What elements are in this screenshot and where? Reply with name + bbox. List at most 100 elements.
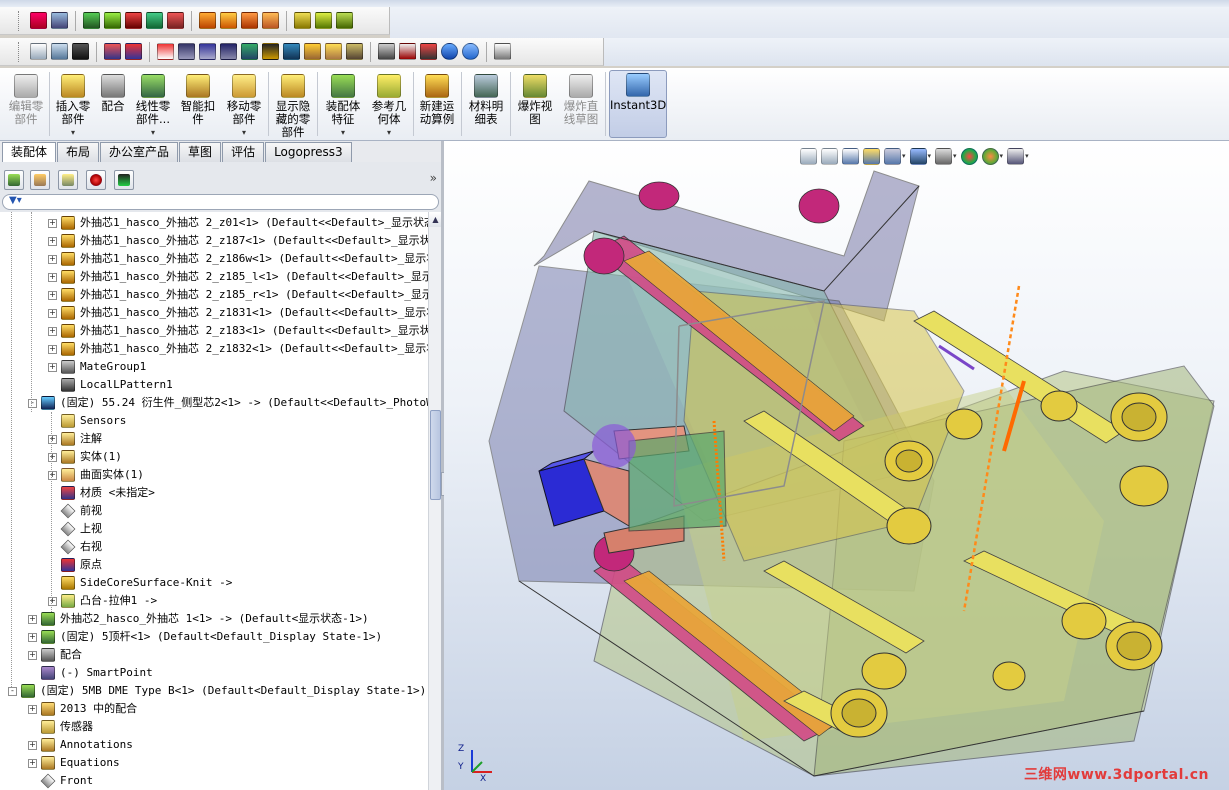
expand-icon[interactable]: + — [28, 651, 37, 660]
new-doc-icon[interactable] — [30, 43, 47, 60]
tree-row[interactable]: 上视 — [0, 520, 428, 538]
dropdown-arrow-icon[interactable]: ▾ — [321, 126, 365, 139]
expand-icon[interactable]: + — [28, 615, 37, 624]
feature-c-icon[interactable] — [241, 12, 258, 29]
rotate-view-icon[interactable] — [104, 12, 121, 29]
expand-icon[interactable]: + — [48, 597, 57, 606]
collapse-icon[interactable]: - — [28, 399, 37, 408]
tree-row[interactable]: + Equations — [0, 754, 428, 772]
list-tb-icon[interactable] — [199, 43, 216, 60]
tree-row[interactable]: + MateGroup1 — [0, 358, 428, 376]
mold-assembly-model[interactable] — [444, 141, 1229, 790]
tree-row[interactable]: + 注解 — [0, 430, 428, 448]
tree-row[interactable]: + 凸台-拉伸1 -> — [0, 592, 428, 610]
tree-row[interactable]: + 外抽芯1_hasco_外抽芯 2_z183<1> (Default<<Defa… — [0, 322, 428, 340]
expand-icon[interactable]: + — [48, 273, 57, 282]
zoom-fit-icon[interactable] — [83, 12, 100, 29]
display-manager-tab[interactable] — [114, 170, 134, 190]
bill-of-materials-button[interactable]: 材料明 细表 — [465, 72, 507, 126]
tree-row[interactable]: Front — [0, 772, 428, 790]
tree-row[interactable]: + 外抽芯1_hasco_外抽芯 2_z185_l<1> (Default<<De… — [0, 268, 428, 286]
tree-filter[interactable]: ▼▾ — [2, 194, 439, 210]
insert-components-button[interactable]: 插入零 部件 ▾ — [52, 72, 94, 139]
dropdown-arrow-icon[interactable]: ▾ — [222, 126, 266, 139]
feature-d-icon[interactable] — [262, 12, 279, 29]
dropdown-arrow-icon[interactable]: ▾ — [367, 126, 411, 139]
expand-icon[interactable]: + — [28, 705, 37, 714]
tree-row[interactable]: (-) SmartPoint — [0, 664, 428, 682]
mate-button[interactable]: 配合 — [97, 72, 129, 113]
reference-geometry-button[interactable]: 参考几 何体 ▾ — [367, 72, 411, 139]
expand-panel-icon[interactable]: » — [430, 171, 437, 185]
feature-manager-tab[interactable] — [4, 170, 24, 190]
move-component-button[interactable]: 移动零 部件 ▾ — [222, 72, 266, 139]
tree-row[interactable]: 原点 — [0, 556, 428, 574]
tab-layout[interactable]: 布局 — [57, 142, 100, 162]
scissors-icon[interactable] — [399, 43, 416, 60]
dropdown-arrow-icon[interactable]: ▾ — [132, 126, 174, 139]
tree-row[interactable]: + 曲面实体(1) — [0, 466, 428, 484]
grid-tb-icon[interactable] — [283, 43, 300, 60]
reference-tb-icon[interactable] — [325, 43, 342, 60]
section-view-icon[interactable] — [146, 12, 163, 29]
toolbar-grip-2[interactable] — [18, 41, 22, 62]
columns-tb-icon[interactable] — [220, 43, 237, 60]
property-manager-tab[interactable] — [30, 170, 50, 190]
move-icon[interactable] — [167, 12, 184, 29]
tab-sketch[interactable]: 草图 — [179, 142, 222, 162]
feature-b-icon[interactable] — [220, 12, 237, 29]
component-tb-icon[interactable] — [241, 43, 258, 60]
expand-icon[interactable]: + — [28, 633, 37, 642]
edit-component-button[interactable]: 编辑零 部件 — [6, 72, 46, 126]
show-hidden-components-button[interactable]: 显示隐 藏的零 部件 — [272, 72, 314, 139]
expand-icon[interactable]: + — [28, 741, 37, 750]
tree-scrollbar[interactable]: ▲ — [428, 212, 442, 790]
expand-icon[interactable]: + — [48, 327, 57, 336]
collapse-icon[interactable]: - — [8, 687, 17, 696]
expand-icon[interactable]: + — [48, 363, 57, 372]
options-icon[interactable] — [51, 12, 68, 29]
tree-row[interactable]: SideCoreSurface-Knit -> — [0, 574, 428, 592]
info-icon[interactable] — [462, 43, 479, 60]
feature-tb-icon[interactable] — [304, 43, 321, 60]
tree-row[interactable]: 前视 — [0, 502, 428, 520]
expand-icon[interactable]: + — [48, 309, 57, 318]
instant3d-button[interactable]: Instant3D — [609, 70, 667, 138]
tree-row[interactable]: +2013 中的配合 — [0, 700, 428, 718]
expand-icon[interactable]: + — [28, 759, 37, 768]
measure-icon[interactable] — [420, 43, 437, 60]
dropdown-arrow-icon[interactable]: ▾ — [52, 126, 94, 139]
insert-icon[interactable] — [125, 43, 142, 60]
rebuild-icon[interactable] — [30, 12, 47, 29]
explode-line-sketch-button[interactable]: 爆炸直 线草图 — [559, 72, 603, 126]
linear-pattern-button[interactable]: 线性零 部件... ▾ — [132, 72, 174, 139]
save-icon[interactable] — [72, 43, 89, 60]
pattern-tb-icon[interactable] — [178, 43, 195, 60]
tree-row[interactable]: + Annotations — [0, 736, 428, 754]
tab-evaluate[interactable]: 评估 — [222, 142, 265, 162]
assembly-c-icon[interactable] — [336, 12, 353, 29]
scrollbar-thumb[interactable] — [430, 410, 441, 500]
edit-component-icon[interactable] — [104, 43, 121, 60]
tree-row[interactable]: - (固定) 5MB DME Type B<1> (Default<Default… — [0, 682, 428, 700]
tab-assembly[interactable]: 装配体 — [2, 142, 57, 162]
tree-row[interactable]: + 配合 — [0, 646, 428, 664]
tab-office-products[interactable]: 办公室产品 — [100, 142, 179, 162]
toolbar-grip[interactable] — [18, 10, 22, 31]
tree-row[interactable]: + 外抽芯1_hasco_外抽芯 2_z1832<1> (Default<<Def… — [0, 340, 428, 358]
expand-icon[interactable]: + — [48, 435, 57, 444]
pan-icon[interactable] — [125, 12, 142, 29]
tree-row[interactable]: + 外抽芯1_hasco_外抽芯 2_z187<1> (Default<<Defa… — [0, 232, 428, 250]
display-tb-icon[interactable] — [262, 43, 279, 60]
graphics-viewport[interactable]: ▾ ▾ ▾ ▾ ▾ Z Y X 三维网www.3dportal.cn — [444, 141, 1229, 790]
tree-row[interactable]: 右视 — [0, 538, 428, 556]
camera-icon[interactable] — [378, 43, 395, 60]
bom-tb-icon[interactable] — [346, 43, 363, 60]
tab-logopress3[interactable]: Logopress3 — [265, 142, 352, 162]
new-motion-study-button[interactable]: 新建运 动算例 — [416, 72, 458, 126]
tree-row[interactable]: + 实体(1) — [0, 448, 428, 466]
assembly-b-icon[interactable] — [315, 12, 332, 29]
tree-row[interactable]: 传感器 — [0, 718, 428, 736]
appearance-tab[interactable] — [86, 170, 106, 190]
tree-row[interactable]: + 外抽芯2_hasco_外抽芯 1<1> -> (Default<显示状态-1>… — [0, 610, 428, 628]
